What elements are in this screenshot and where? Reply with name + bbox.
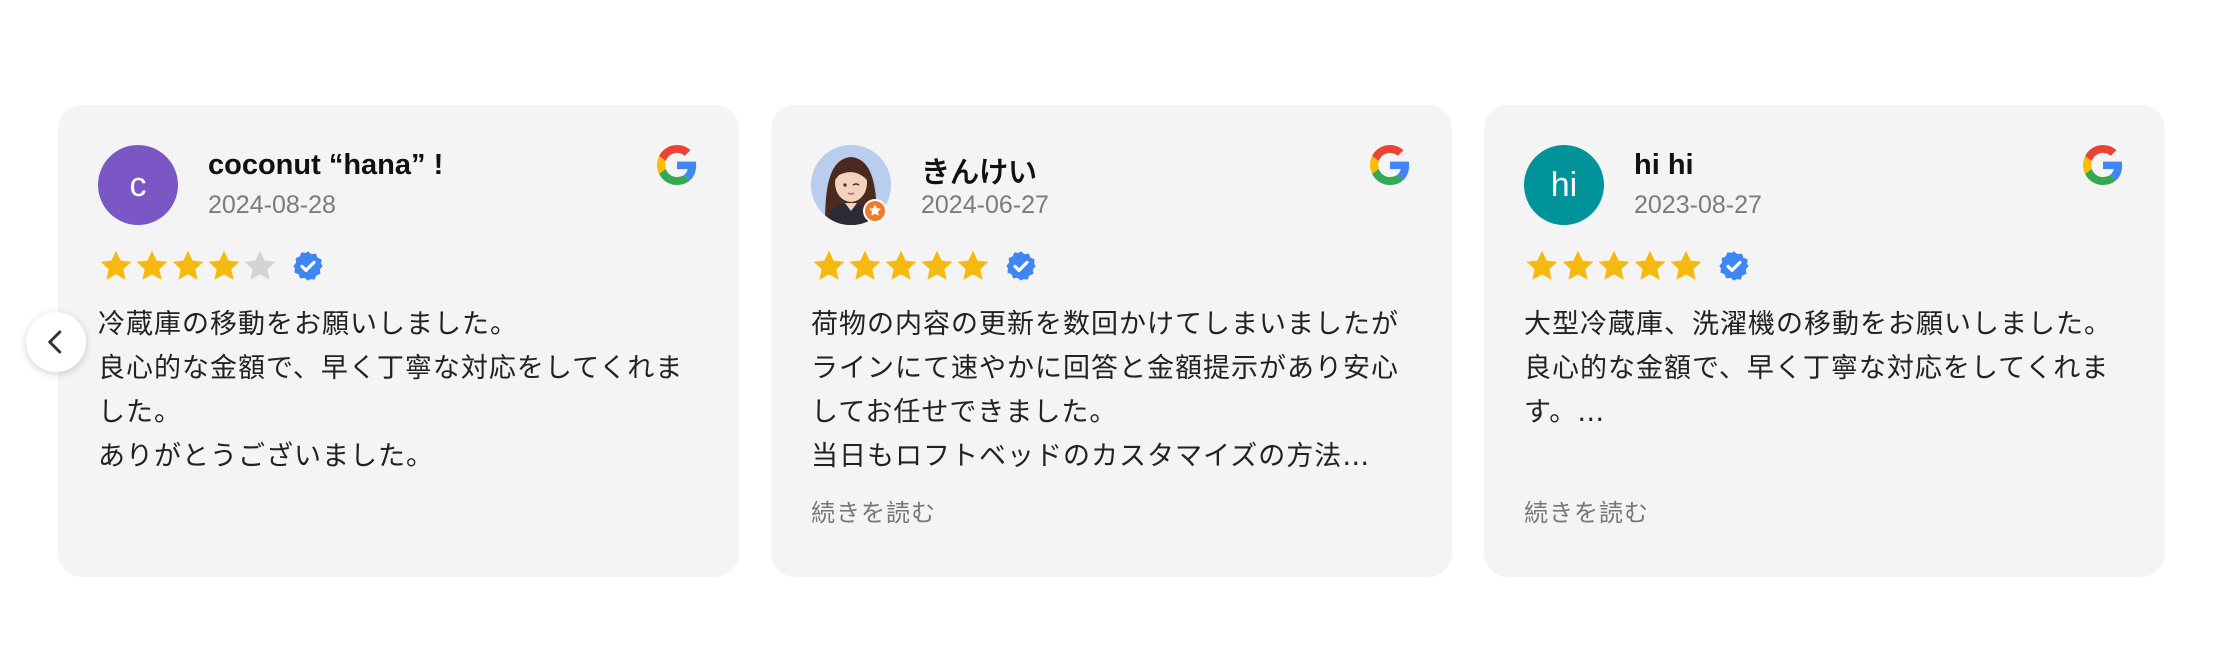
star-filled-icon: [957, 250, 989, 280]
verified-badge-icon: [1719, 251, 1749, 281]
star-filled-icon: [136, 250, 168, 280]
review-text: 大型冷蔵庫、洗濯機の移動をお願いしました。 良心的な金額で、早く丁寧な対応をして…: [1524, 309, 2112, 428]
star-filled-icon: [813, 250, 845, 280]
avatar: c: [98, 145, 178, 225]
verified-badge-icon: [293, 251, 323, 281]
review-card: hi hi hi 2023-08-27 大型冷蔵庫、洗濯機の移動をお願いしました…: [1484, 105, 2165, 577]
review-text: 冷蔵庫の移動をお願いしました。 良心的な金額で、早く丁寧な対応をしてくれました。…: [98, 309, 684, 472]
star-filled-icon: [1634, 250, 1666, 280]
star-rating: [98, 245, 324, 287]
review-date: 2024-08-28: [208, 191, 336, 219]
carousel-prev-button[interactable]: [26, 312, 86, 372]
review-card: きんけい 2024-06-27 荷物の内容の更新を数回かけてしまいましたがライン…: [771, 105, 1452, 577]
reviews-carousel: c coconut “hana” ! 2024-08-28 冷蔵庫の移動をお願い…: [0, 0, 2220, 646]
reviewer-name: きんけい: [921, 157, 1038, 189]
avatar: [811, 145, 891, 225]
read-more-link[interactable]: 続きを読む: [1524, 493, 1649, 528]
star-filled-icon: [172, 250, 204, 280]
star-filled-icon: [885, 250, 917, 280]
read-more-link[interactable]: 続きを読む: [811, 493, 936, 528]
star-rating: [811, 245, 1037, 287]
avatar-initial: hi: [1550, 165, 1578, 204]
star-filled-icon: [1670, 250, 1702, 280]
star-empty-icon: [244, 250, 276, 280]
star-filled-icon: [1598, 250, 1630, 280]
google-g-icon: [1370, 145, 1410, 185]
chevron-left-icon: [48, 330, 62, 354]
star-filled-icon: [1526, 250, 1558, 280]
review-date: 2024-06-27: [921, 191, 1049, 219]
review-date: 2023-08-27: [1634, 191, 1762, 219]
avatar: hi: [1524, 145, 1604, 225]
google-g-icon: [657, 145, 697, 185]
verified-badge-icon: [1006, 251, 1036, 281]
reviewer-name: coconut “hana” !: [208, 149, 444, 181]
review-text: 荷物の内容の更新を数回かけてしまいましたがラインにて速やかに回答と金額提示があり…: [811, 309, 1399, 472]
star-rating: [1524, 245, 1750, 287]
reviewer-name: hi hi: [1634, 149, 1694, 181]
review-card: c coconut “hana” ! 2024-08-28 冷蔵庫の移動をお願い…: [58, 105, 739, 577]
star-filled-icon: [1562, 250, 1594, 280]
avatar-photo-icon: [811, 145, 891, 225]
star-filled-icon: [208, 250, 240, 280]
avatar-initial: c: [129, 165, 147, 204]
star-filled-icon: [100, 250, 132, 280]
star-filled-icon: [849, 250, 881, 280]
google-g-icon: [2083, 145, 2123, 185]
star-filled-icon: [921, 250, 953, 280]
